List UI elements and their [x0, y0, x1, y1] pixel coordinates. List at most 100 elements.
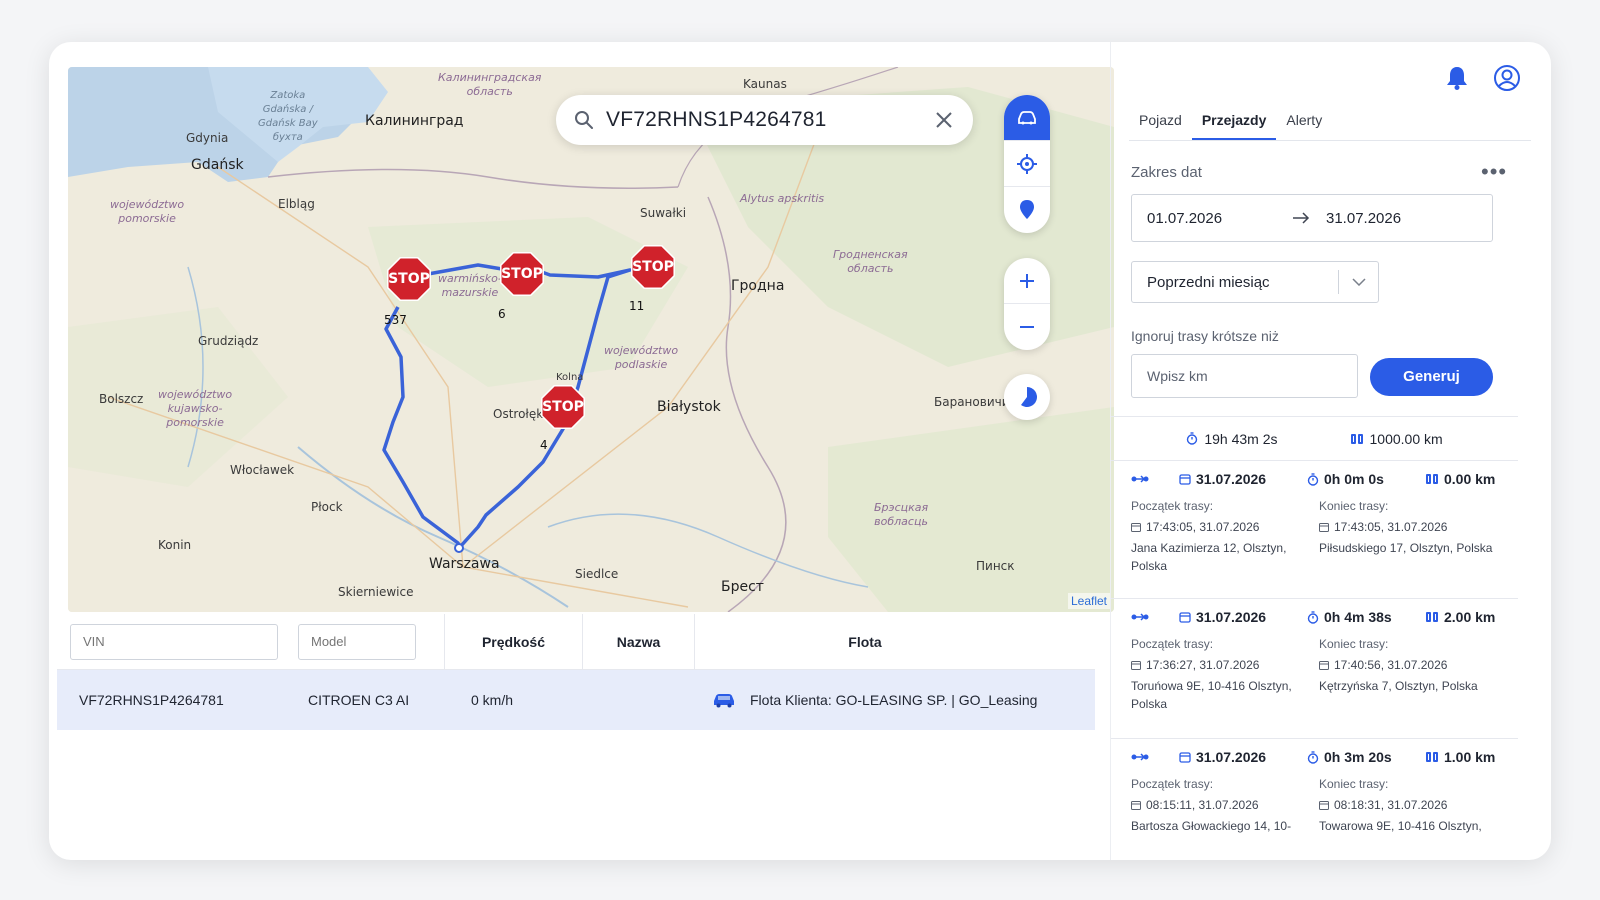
leaflet-attribution[interactable]: Leaflet: [1067, 593, 1110, 609]
cell-model: CITROEN C3 AI: [308, 692, 410, 708]
map-label-gdynia: Gdynia: [186, 131, 229, 145]
vin-filter-input[interactable]: [70, 623, 278, 660]
select-divider: [1338, 270, 1339, 294]
zoom-out-button[interactable]: [1004, 304, 1050, 350]
trip-start: Początek trasy: 17:36:27, 31.07.2026 Toruń…: [1131, 635, 1319, 713]
trip-date-value: 31.07.2026: [1196, 471, 1267, 487]
column-header-fleet[interactable]: Flota: [694, 613, 1035, 670]
map-label-kaunas: Kaunas: [743, 77, 787, 91]
trip-end-time: 08:18:31, 31.07.2026: [1319, 796, 1507, 814]
trip-distance: 2.00 km: [1425, 609, 1495, 625]
stopwatch-icon: [1187, 432, 1198, 445]
date-to[interactable]: 31.07.2026: [1324, 210, 1401, 227]
period-preset-select[interactable]: Poprzedni miesiąc: [1131, 261, 1379, 303]
stop-marker-11[interactable]: STOP: [629, 243, 677, 291]
stop-marker-537[interactable]: STOP: [385, 255, 433, 303]
map-label-podlaskie: województwo podlaskie: [604, 344, 679, 371]
chevron-down-icon: [1352, 278, 1366, 286]
tab-pojazd[interactable]: Pojazd: [1129, 108, 1192, 140]
map[interactable]: Gdynia Gdańsk Elbląg Калининград Kaunas Suwał…: [68, 67, 1114, 612]
stop-sign-text: STOP: [501, 266, 543, 282]
model-filter-input[interactable]: [298, 623, 416, 660]
map-label-warminsko: warmińsko- mazurskie: [438, 272, 502, 299]
trip-end: Koniec trasy: 17:43:05, 31.07.2026 Piłsuds…: [1319, 497, 1507, 575]
bell-icon[interactable]: [1445, 65, 1469, 91]
table-row[interactable]: VF72RHNS1P4264781 CITROEN C3 AI 0 km/h F…: [57, 670, 1095, 730]
route-icon: [1131, 475, 1149, 483]
locate-button[interactable]: [1004, 141, 1050, 187]
trip-date: 31.07.2026: [1179, 609, 1307, 625]
map-control-group: [1004, 95, 1050, 233]
stop-count-label: 537: [384, 313, 407, 327]
date-from[interactable]: 01.07.2026: [1132, 210, 1292, 227]
trip-start-time: 08:15:11, 31.07.2026: [1131, 796, 1319, 814]
trip-details: Początek trasy: 08:15:11, 31.07.2026 Barto…: [1111, 775, 1518, 835]
trip-date: 31.07.2026: [1179, 471, 1307, 487]
stop-marker-4[interactable]: STOP: [539, 383, 587, 431]
route-icon: [1131, 613, 1149, 621]
generate-button[interactable]: Generuj: [1370, 358, 1493, 396]
column-header-speed[interactable]: Prędkość: [444, 613, 582, 670]
vin-filter-cell: [57, 623, 287, 660]
close-icon[interactable]: [933, 109, 955, 131]
trip-end-time: 17:40:56, 31.07.2026: [1319, 656, 1507, 674]
map-label-alytus: Alytus apskritis: [740, 192, 825, 205]
header-icons: [1445, 64, 1521, 92]
trip-item[interactable]: 31.07.2026 0h 3m 20s 1.00 km Początek trasy…: [1111, 738, 1518, 835]
trip-end-label: Koniec trasy:: [1319, 637, 1389, 651]
app-window: Gdynia Gdańsk Elbląg Калининград Kaunas Suwał…: [49, 42, 1551, 860]
map-label-brest-region: Брэсцкая вобласць: [874, 501, 929, 528]
more-options-button[interactable]: •••: [1481, 161, 1507, 183]
tab-alerty[interactable]: Alerty: [1276, 108, 1332, 140]
trip-start-time-value: 17:36:27, 31.07.2026: [1146, 658, 1260, 672]
trip-end-time: 17:43:05, 31.07.2026: [1319, 518, 1507, 536]
trip-header: 31.07.2026 0h 3m 20s 1.00 km: [1111, 739, 1518, 775]
user-avatar-icon[interactable]: [1493, 64, 1521, 92]
fleet-name: Flota Klienta: GO-LEASING SP. | GO_Leasi…: [750, 692, 1038, 708]
vehicle-search-bar[interactable]: VF72RHNS1P4264781: [556, 95, 973, 145]
layer-toggle-button[interactable]: [1004, 374, 1050, 420]
trip-start-time: 17:43:05, 31.07.2026: [1131, 518, 1319, 536]
trip-distance: 0.00 km: [1425, 471, 1495, 487]
trip-item[interactable]: 31.07.2026 0h 0m 0s 0.00 km Początek trasy:…: [1111, 460, 1518, 575]
vehicle-view-button[interactable]: [1004, 95, 1050, 141]
trip-end-address: Kętrzyńska 7, Olsztyn, Polska: [1319, 679, 1478, 693]
trip-end-address: Piłsudskiego 17, Olsztyn, Polska: [1319, 541, 1493, 555]
tab-przejazdy[interactable]: Przejazdy: [1191, 108, 1277, 140]
marker-button[interactable]: [1004, 187, 1050, 233]
search-input[interactable]: VF72RHNS1P4264781: [606, 108, 933, 132]
calendar-icon: [1131, 801, 1141, 810]
map-label-elblag: Elbląg: [278, 197, 315, 211]
map-label-pomorskie: województwo pomorskie: [110, 198, 185, 225]
search-icon: [575, 111, 593, 129]
calendar-icon: [1179, 474, 1191, 485]
map-label-wloclawek: Włocławek: [230, 463, 295, 477]
trip-duration-value: 0h 0m 0s: [1324, 471, 1384, 487]
trip-start-address: Jana Kazimierza 12, Olsztyn, Polska: [1131, 541, 1287, 573]
zoom-controls: [1004, 258, 1050, 350]
trips-summary: 19h 43m 2s 1000.00 km: [1111, 416, 1518, 460]
date-range-input[interactable]: 01.07.2026 31.07.2026: [1131, 194, 1493, 242]
crosshair-icon: [1017, 153, 1037, 174]
model-filter-cell: [287, 623, 444, 660]
column-header-name[interactable]: Nazwa: [582, 613, 694, 670]
trip-start-label: Początek trasy:: [1131, 637, 1214, 651]
road-icon: [1426, 474, 1438, 484]
map-label-kaliningrad: Калининград: [365, 113, 464, 129]
min-km-input[interactable]: Wpisz km: [1131, 354, 1358, 398]
trip-start-address: Bartosza Głowackiego 14, 10-: [1131, 819, 1292, 833]
calendar-icon: [1131, 523, 1141, 532]
stopwatch-icon: [1307, 750, 1319, 764]
zoom-in-button[interactable]: [1004, 258, 1050, 304]
total-duration: 19h 43m 2s: [1186, 431, 1278, 447]
stop-count-label: 6: [498, 307, 506, 321]
trip-item[interactable]: 31.07.2026 0h 4m 38s 2.00 km Początek trasy…: [1111, 598, 1518, 713]
stop-marker-6[interactable]: STOP: [498, 250, 546, 298]
pie-chart-icon: [1021, 387, 1037, 407]
cell-vin: VF72RHNS1P4264781: [79, 692, 224, 708]
trip-duration-value: 0h 3m 20s: [1324, 749, 1392, 765]
route-icon: [1131, 753, 1149, 761]
trip-date: 31.07.2026: [1179, 749, 1307, 765]
trip-date-value: 31.07.2026: [1196, 749, 1267, 765]
map-label-grodna: Гродна: [731, 278, 785, 294]
